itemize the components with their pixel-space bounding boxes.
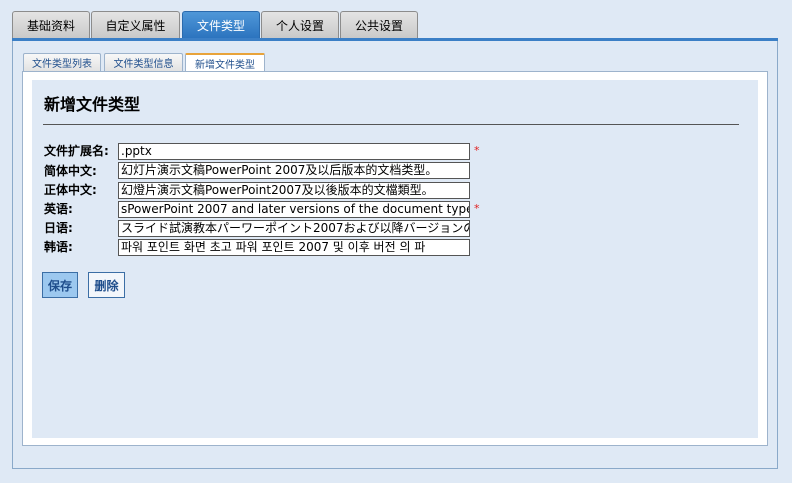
simplified-chinese-input[interactable]: 幻灯片演示文稿PowerPoint 2007及以后版本的文档类型。 [118, 162, 470, 179]
extension-label: 文件扩展名: [44, 144, 109, 158]
english-input[interactable]: sPowerPoint 2007 and later versions of t… [118, 201, 470, 218]
simplified-chinese-label: 简体中文: [44, 164, 97, 178]
required-mark: * [474, 144, 480, 157]
required-mark: * [474, 202, 480, 215]
tab-custom-attributes[interactable]: 自定义属性 [91, 11, 180, 38]
traditional-chinese-label: 正体中文: [44, 183, 97, 197]
subtab-add-file-type[interactable]: 新增文件类型 [185, 53, 265, 72]
korean-label: 韩语: [44, 240, 73, 254]
tab-personal-settings[interactable]: 个人设置 [261, 11, 339, 38]
japanese-label: 日语: [44, 221, 73, 235]
tab-basic-data[interactable]: 基础资料 [12, 11, 90, 38]
subtab-file-type-info[interactable]: 文件类型信息 [104, 53, 183, 71]
traditional-chinese-input[interactable]: 幻燈片演示文稿PowerPoint2007及以後版本的文檔類型。 [118, 182, 470, 199]
subtab-file-type-list[interactable]: 文件类型列表 [23, 53, 101, 71]
extension-input[interactable]: .pptx [118, 143, 470, 160]
tab-file-types[interactable]: 文件类型 [182, 11, 260, 38]
form-area [32, 80, 758, 438]
japanese-input[interactable]: スライド試演教本パーワーポイント2007および以降バージョンのド × [118, 220, 470, 237]
tab-public-settings[interactable]: 公共设置 [340, 11, 418, 38]
english-label: 英语: [44, 202, 73, 216]
title-divider [43, 124, 739, 125]
delete-button[interactable]: 删除 [88, 272, 125, 298]
page-title: 新增文件类型 [44, 95, 141, 114]
korean-input[interactable]: 파워 포인트 화면 초고 파워 포인트 2007 및 이후 버전 의 파 [118, 239, 470, 256]
save-button[interactable]: 保存 [42, 272, 78, 298]
